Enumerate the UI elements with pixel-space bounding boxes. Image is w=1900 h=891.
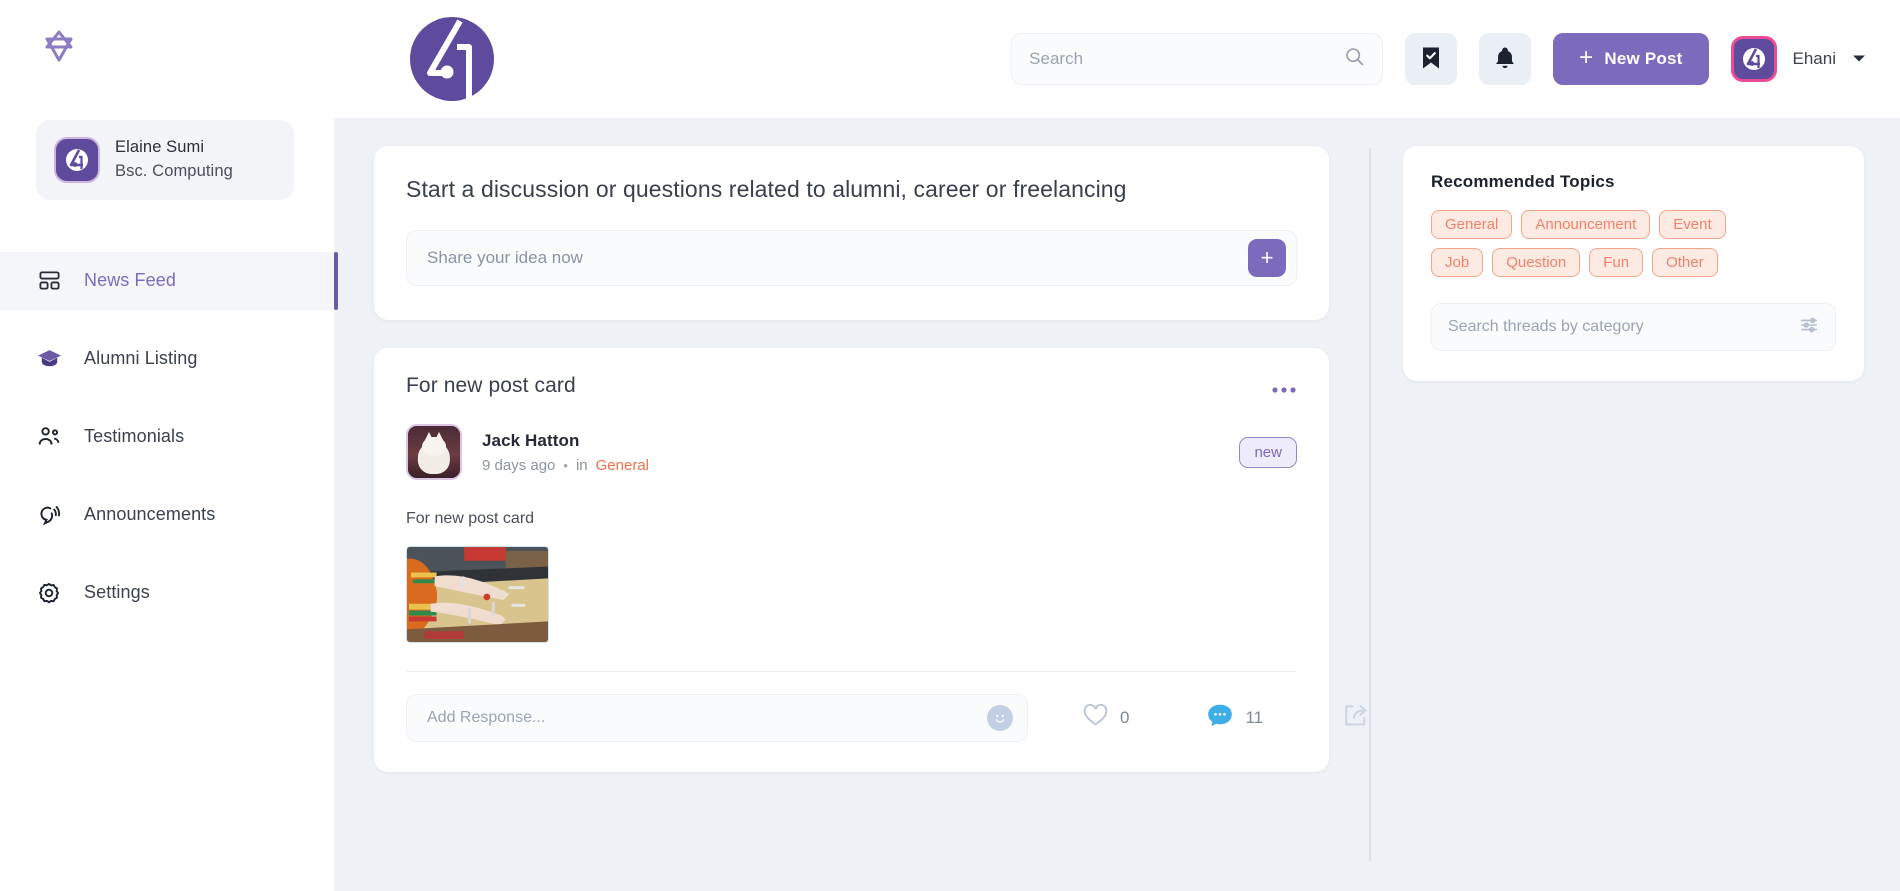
topic-tag[interactable]: General xyxy=(1431,210,1513,239)
topbar-actions: + New Post Ehani xyxy=(1011,33,1866,85)
composer-card: Start a discussion or questions related … xyxy=(374,146,1329,320)
post-actions: 0 11 xyxy=(406,694,1367,742)
sidebar: Elaine Sumi Bsc. Computing News Feed Alu… xyxy=(0,0,338,891)
user-menu[interactable]: Ehani xyxy=(1730,36,1866,82)
thread-search-box[interactable] xyxy=(1431,303,1836,351)
megaphone-bell-icon xyxy=(36,502,62,528)
add-post-button[interactable]: + xyxy=(1248,239,1286,277)
search-input[interactable] xyxy=(1029,49,1345,69)
sidebar-item-label: News Feed xyxy=(84,270,176,291)
post-body-text: For new post card xyxy=(406,510,535,527)
feed-column: Start a discussion or questions related … xyxy=(334,146,1369,891)
plus-icon: + xyxy=(1260,245,1274,270)
user-name: Ehani xyxy=(1792,49,1836,68)
composer-title: Start a discussion or questions related … xyxy=(406,176,1127,202)
filter-sliders-icon[interactable] xyxy=(1799,315,1819,340)
comment-count: 11 xyxy=(1245,708,1264,727)
sidebar-item-label: Announcements xyxy=(84,504,216,525)
post-attachment-image[interactable] xyxy=(406,546,549,643)
sidebar-item-settings[interactable]: Settings xyxy=(0,564,334,622)
topbar: + New Post Ehani xyxy=(334,0,1900,118)
profile-name: Elaine Sumi xyxy=(115,138,205,156)
sidebar-item-news-feed[interactable]: News Feed xyxy=(0,251,338,310)
post-timestamp: 9 days ago xyxy=(482,456,556,474)
meta-in-word: in xyxy=(575,456,588,474)
share-button[interactable] xyxy=(1343,703,1369,733)
main-column: + New Post Ehani xyxy=(334,0,1900,891)
profile-card[interactable]: Elaine Sumi Bsc. Computing xyxy=(36,120,294,200)
topic-tag[interactable]: Event xyxy=(1659,210,1726,239)
global-search[interactable] xyxy=(1011,33,1384,85)
side-column: Recommended Topics General Announcement … xyxy=(1371,146,1900,891)
notifications-button[interactable] xyxy=(1479,33,1532,85)
recommended-topics-title: Recommended Topics xyxy=(1431,172,1615,191)
sidebar-item-label: Testimonials xyxy=(84,426,185,447)
like-count: 0 xyxy=(1120,708,1130,727)
post-author-name: Jack Hatton xyxy=(482,430,580,450)
sidebar-item-announcements[interactable]: Announcements xyxy=(0,486,334,544)
topic-tag[interactable]: Question xyxy=(1492,248,1581,277)
post-title: For new post card xyxy=(406,374,576,397)
composer-input[interactable] xyxy=(427,248,1248,268)
post-author-row: Jack Hatton 9 days ago • in General new xyxy=(406,424,1297,480)
bookmark-button[interactable] xyxy=(1405,33,1458,85)
sidebar-item-label: Alumni Listing xyxy=(84,348,198,369)
post-menu-button[interactable] xyxy=(1271,374,1297,394)
brand-logo[interactable] xyxy=(0,0,334,72)
topic-tag[interactable]: Fun xyxy=(1589,248,1644,277)
users-icon xyxy=(36,424,62,450)
bell-icon xyxy=(1494,46,1516,73)
new-post-label: New Post xyxy=(1604,49,1683,68)
recommended-topics-card: Recommended Topics General Announcement … xyxy=(1403,146,1864,381)
app-avatar-icon xyxy=(54,136,100,183)
dashboard-icon xyxy=(36,268,62,294)
like-button[interactable]: 0 xyxy=(1083,704,1129,732)
plus-icon: + xyxy=(1579,44,1594,71)
gear-icon xyxy=(36,580,62,606)
post-divider xyxy=(406,671,1297,672)
topic-tag-list: General Announcement Event Job Question … xyxy=(1431,210,1753,277)
profile-subtitle: Bsc. Computing xyxy=(115,161,233,180)
composer-input-row[interactable]: + xyxy=(406,230,1297,286)
comment-bubble-icon xyxy=(1207,703,1233,733)
circle-4-logo-icon xyxy=(404,17,500,111)
ellipsis-horizontal-icon xyxy=(1271,370,1297,400)
new-post-button[interactable]: + New Post xyxy=(1553,33,1709,85)
star-outline-logo-icon xyxy=(36,26,334,72)
avatar[interactable] xyxy=(1730,36,1777,82)
topic-tag[interactable]: Job xyxy=(1431,248,1484,277)
bookmark-check-icon xyxy=(1420,46,1442,73)
heart-icon xyxy=(1083,704,1108,732)
post-meta: 9 days ago • in General xyxy=(482,457,649,474)
topic-tag[interactable]: Announcement xyxy=(1521,210,1651,239)
response-input[interactable] xyxy=(427,709,987,727)
add-response-box[interactable] xyxy=(406,694,1028,742)
cat-avatar-icon[interactable] xyxy=(406,424,462,480)
post-author-meta: Jack Hatton 9 days ago • in General xyxy=(482,431,649,474)
sidebar-item-alumni-listing[interactable]: Alumni Listing xyxy=(0,330,334,388)
sidebar-item-testimonials[interactable]: Testimonials xyxy=(0,408,334,466)
content-area: Start a discussion or questions related … xyxy=(334,118,1900,891)
status-badge: new xyxy=(1239,436,1297,468)
comment-button[interactable]: 11 xyxy=(1207,703,1263,733)
search-icon[interactable] xyxy=(1344,46,1365,72)
post-header: For new post card xyxy=(406,374,1297,398)
meta-separator: • xyxy=(563,457,568,473)
app-root: Elaine Sumi Bsc. Computing News Feed Alu… xyxy=(0,0,1900,891)
post-category-link[interactable]: General xyxy=(596,457,649,474)
topic-tag[interactable]: Other xyxy=(1652,248,1718,277)
graduation-cap-icon xyxy=(36,346,62,372)
smiley-icon[interactable] xyxy=(987,705,1013,731)
post-card: For new post card Jack Hatton 9 days ago… xyxy=(374,348,1367,772)
sidebar-nav: News Feed Alumni Listing Testimonials An… xyxy=(0,251,338,622)
sidebar-item-label: Settings xyxy=(84,582,150,603)
share-arrow-icon xyxy=(1343,703,1369,733)
thread-search-input[interactable] xyxy=(1448,318,1799,336)
chevron-down-icon[interactable] xyxy=(1852,50,1866,68)
header-logo[interactable] xyxy=(404,11,500,107)
